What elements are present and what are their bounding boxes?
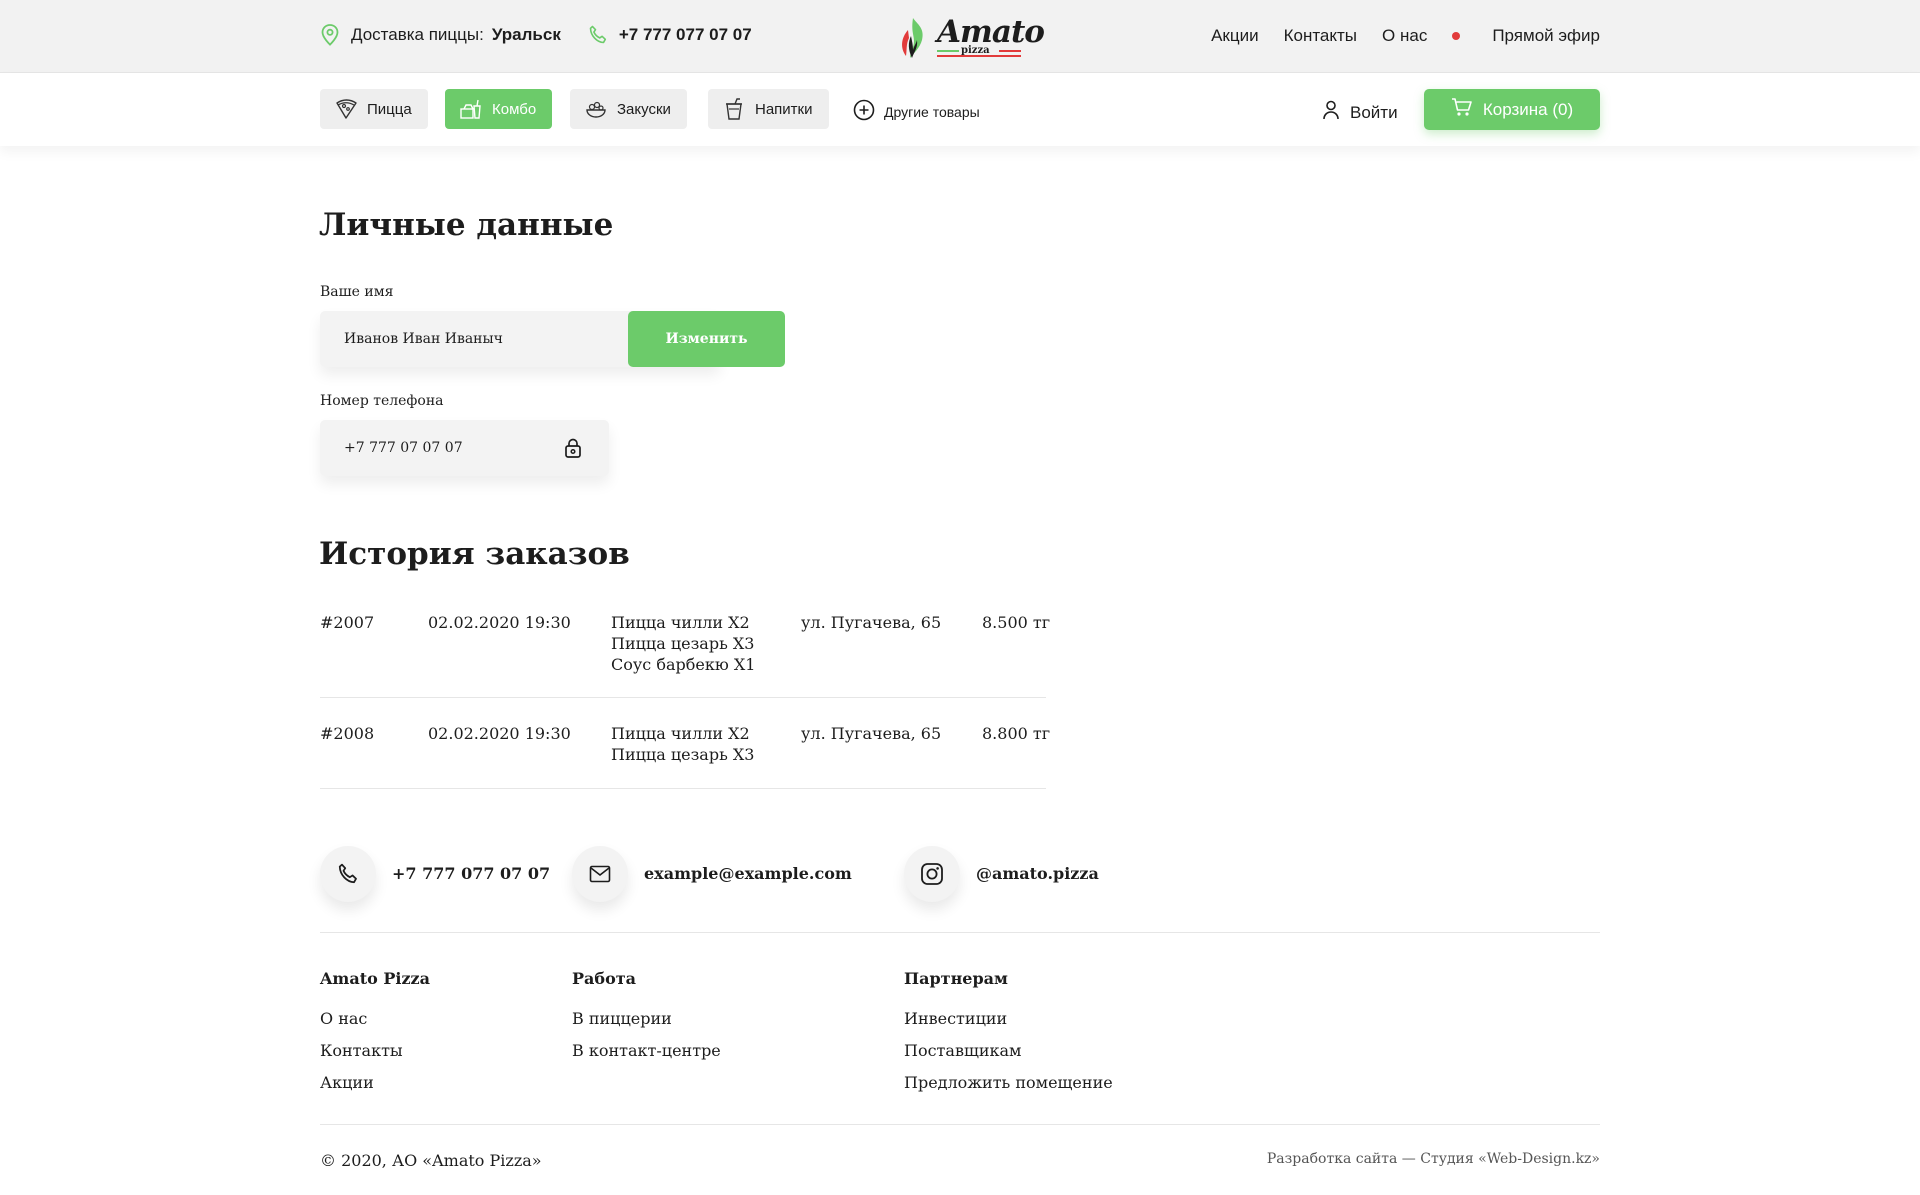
order-item: Соус барбекю Х1 — [611, 655, 756, 674]
category-drinks-label: Напитки — [755, 100, 813, 118]
order-item: Пицца чилли Х2 — [611, 613, 750, 632]
cart-icon — [1451, 97, 1473, 122]
plus-circle-icon — [853, 99, 875, 124]
footer-link-premises[interactable]: Предложить помещение — [904, 1073, 1113, 1092]
footer-instagram-button[interactable] — [904, 846, 960, 902]
delivery-label: Доставка пиццы: — [351, 25, 484, 44]
city-selector[interactable]: Уральск — [492, 25, 561, 45]
other-products-label: Другие товары — [884, 103, 980, 120]
order-items: Пицца чилли Х2 Пицца цезарь Х3 — [611, 723, 754, 765]
order-item: Пицца цезарь Х3 — [611, 634, 755, 653]
footer-link-pizzeria[interactable]: В пиццерии — [572, 1009, 672, 1028]
user-icon — [1322, 100, 1340, 125]
footer-instagram[interactable]: @amato.pizza — [976, 864, 1099, 883]
login-label: Войти — [1350, 102, 1398, 122]
footer-phone-button[interactable] — [320, 846, 376, 902]
footer-divider — [320, 932, 1600, 933]
header-phone-number: +7 777 077 07 07 — [618, 25, 752, 44]
footer-col-title: Работа — [572, 969, 637, 988]
order-sum: 8.800 тг — [982, 724, 1051, 743]
delivery-info: Доставка пиццы: Уральск +7 777 077 07 07 — [319, 24, 752, 46]
combo-icon — [459, 97, 483, 121]
logo-line-green — [937, 50, 959, 52]
footer-link-contacts[interactable]: Контакты — [320, 1041, 403, 1060]
order-sum: 8.500 тг — [982, 613, 1051, 632]
phone-icon — [338, 863, 357, 884]
order-history-title: История заказов — [319, 536, 630, 572]
footer-col-title: Amato Pizza — [320, 969, 430, 988]
mail-icon — [589, 865, 611, 883]
login-button[interactable]: Войти — [1322, 100, 1398, 125]
live-stream-link[interactable]: Прямой эфир — [1452, 26, 1600, 46]
live-stream-label: Прямой эфир — [1492, 26, 1600, 45]
other-products-link[interactable]: Другие товары — [853, 99, 980, 124]
header-link-about[interactable]: О нас — [1382, 26, 1427, 46]
personal-data-title: Личные данные — [319, 207, 614, 243]
category-pizza-label: Пицца — [367, 100, 412, 118]
category-nav: Пицца Комбо Закуски Напитки Другие товар… — [0, 73, 1920, 146]
order-item: Пицца цезарь Х3 — [611, 745, 755, 764]
order-id: #2007 — [320, 613, 375, 632]
category-snacks-label: Закуски — [617, 100, 671, 118]
order-row[interactable]: #2007 02.02.2020 19:30 Пицца чилли Х2 Пи… — [320, 612, 1050, 698]
cart-button[interactable]: Корзина (0) — [1424, 89, 1600, 130]
order-date: 02.02.2020 19:30 — [428, 724, 571, 743]
logo-underline — [937, 55, 1021, 57]
instagram-icon — [921, 863, 943, 885]
category-drinks[interactable]: Напитки — [708, 89, 829, 129]
logo-line-red — [999, 50, 1021, 52]
footer-email[interactable]: example@example.com — [644, 864, 852, 883]
copyright: © 2020, АО «Amato Pizza» — [320, 1151, 542, 1170]
order-id: #2008 — [320, 724, 375, 743]
flame-icon — [902, 18, 923, 58]
drinks-icon — [722, 97, 746, 121]
location-pin-icon — [319, 24, 341, 46]
snacks-icon — [584, 97, 608, 121]
live-dot-icon — [1452, 32, 1461, 40]
phone-icon — [587, 24, 609, 46]
footer-link-contact-center[interactable]: В контакт-центре — [572, 1041, 721, 1060]
category-combo[interactable]: Комбо — [445, 89, 553, 129]
cart-label: Корзина (0) — [1482, 99, 1574, 119]
header-link-promo[interactable]: Акции — [1211, 26, 1259, 46]
category-pizza[interactable]: Пицца — [320, 89, 428, 129]
order-items: Пицца чилли Х2 Пицца цезарь Х3 Соус барб… — [611, 612, 755, 675]
phone-label: Номер телефона — [320, 393, 444, 409]
footer-bottom-divider — [320, 1124, 1600, 1125]
header-link-contacts[interactable]: Контакты — [1284, 26, 1357, 46]
order-row[interactable]: #2008 02.02.2020 19:30 Пицца чилли Х2 Пи… — [320, 723, 1050, 789]
change-name-button[interactable]: Изменить — [628, 311, 785, 367]
footer-link-suppliers[interactable]: Поставщикам — [904, 1041, 1021, 1060]
footer-col-title: Партнерам — [904, 969, 1008, 988]
footer-email-button[interactable] — [572, 846, 628, 902]
lock-icon — [562, 437, 584, 463]
order-address: ул. Пугачева, 65 — [801, 724, 942, 743]
order-item: Пицца чилли Х2 — [611, 724, 750, 743]
order-address: ул. Пугачева, 65 — [801, 613, 942, 632]
amato-logo[interactable]: Amato pizza — [899, 14, 1045, 60]
name-label: Ваше имя — [320, 284, 394, 300]
footer-link-about[interactable]: О нас — [320, 1009, 367, 1028]
logo-text: Amato — [937, 14, 1045, 50]
header-links: Акции Контакты О нас Прямой эфир — [1186, 26, 1600, 46]
header-phone[interactable]: +7 777 077 07 07 — [587, 24, 752, 46]
footer-phone[interactable]: +7 777 077 07 07 — [392, 864, 550, 883]
order-date: 02.02.2020 19:30 — [428, 613, 571, 632]
pizza-icon — [334, 97, 358, 121]
footer-link-investments[interactable]: Инвестиции — [904, 1009, 1007, 1028]
category-combo-label: Комбо — [492, 100, 537, 118]
category-snacks[interactable]: Закуски — [570, 89, 687, 129]
developer-credit[interactable]: Разработка сайта — Студия «Web-Design.kz… — [1267, 1151, 1600, 1167]
footer-link-promo[interactable]: Акции — [320, 1073, 374, 1092]
top-bar: Доставка пиццы: Уральск +7 777 077 07 07… — [0, 0, 1920, 73]
